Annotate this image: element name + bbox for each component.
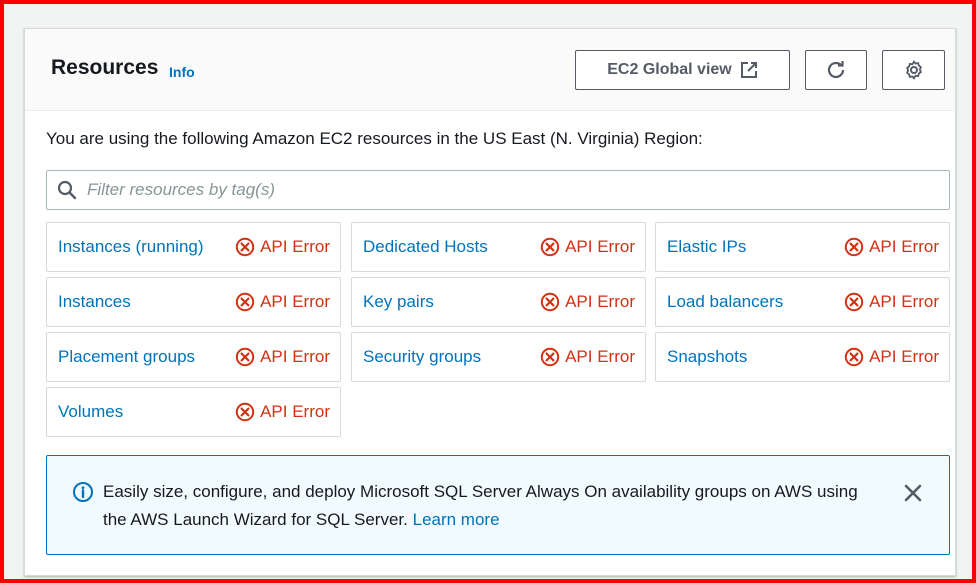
external-link-icon (740, 62, 757, 78)
resource-link[interactable]: Placement groups (58, 347, 195, 367)
resource-link[interactable]: Key pairs (363, 292, 434, 312)
resource-link[interactable]: Instances (running) (58, 237, 204, 257)
resource-status-text: API Error (565, 347, 635, 366)
refresh-button[interactable] (805, 50, 867, 90)
gear-icon (905, 60, 922, 80)
error-circle-x-icon (844, 237, 864, 257)
resource-card: Volumes API Error (46, 387, 341, 437)
learn-more-link[interactable]: Learn more (413, 510, 500, 529)
resource-card: Instances API Error (46, 277, 341, 327)
resource-link[interactable]: Load balancers (667, 292, 783, 312)
resource-status-text: API Error (869, 292, 939, 311)
ec2-global-view-label: EC2 Global view (607, 61, 732, 78)
resource-card: Key pairs API Error (351, 277, 646, 327)
error-circle-x-icon (540, 292, 560, 312)
resource-status-text: API Error (260, 402, 330, 421)
resource-status-text: API Error (869, 237, 939, 256)
refresh-icon (827, 61, 845, 79)
resource-link[interactable]: Snapshots (667, 347, 747, 367)
error-circle-x-icon (844, 292, 864, 312)
error-circle-x-icon (235, 347, 255, 367)
close-icon (904, 484, 922, 502)
ec2-global-view-button[interactable]: EC2 Global view (575, 50, 790, 90)
error-circle-x-icon (235, 237, 255, 257)
resources-panel: Resources Info EC2 Global view You are u… (24, 28, 956, 576)
dismiss-button[interactable] (900, 480, 926, 506)
intro-text: You are using the following Amazon EC2 r… (46, 129, 703, 148)
resource-status-text: API Error (565, 237, 635, 256)
resource-link[interactable]: Volumes (58, 402, 123, 422)
error-circle-x-icon (540, 237, 560, 257)
info-link[interactable]: Info (169, 64, 195, 80)
resource-status: API Error (235, 292, 330, 312)
resource-status: API Error (540, 347, 635, 367)
filter-input[interactable] (87, 175, 937, 205)
resource-status: API Error (540, 237, 635, 257)
resource-card: Instances (running) API Error (46, 222, 341, 272)
resource-card: Placement groups API Error (46, 332, 341, 382)
resource-status: API Error (235, 347, 330, 367)
resource-link[interactable]: Dedicated Hosts (363, 237, 488, 257)
filter-box (46, 170, 950, 210)
window-frame: Resources Info EC2 Global view You are u… (0, 0, 976, 583)
error-circle-x-icon (235, 292, 255, 312)
settings-button[interactable] (882, 50, 945, 90)
resource-link[interactable]: Security groups (363, 347, 481, 367)
resource-card: Elastic IPs API Error (655, 222, 950, 272)
resource-card: Snapshots API Error (655, 332, 950, 382)
resource-link[interactable]: Elastic IPs (667, 237, 746, 257)
resource-status: API Error (844, 237, 939, 257)
resource-status-text: API Error (869, 347, 939, 366)
info-flash-banner: Easily size, configure, and deploy Micro… (46, 455, 950, 555)
resource-grid: Instances (running) API Error Dedicated Ho… (46, 222, 950, 442)
resource-card: Dedicated Hosts API Error (351, 222, 646, 272)
resource-card: Load balancers API Error (655, 277, 950, 327)
resource-card: Security groups API Error (351, 332, 646, 382)
error-circle-x-icon (844, 347, 864, 367)
search-icon (57, 180, 77, 200)
info-circle-icon (73, 482, 93, 502)
resource-status-text: API Error (260, 292, 330, 311)
resource-status: API Error (540, 292, 635, 312)
resource-status-text: API Error (260, 237, 330, 256)
panel-title: Resources (51, 56, 159, 79)
error-circle-x-icon (540, 347, 560, 367)
resource-status-text: API Error (565, 292, 635, 311)
resource-status-text: API Error (260, 347, 330, 366)
resource-status: API Error (235, 402, 330, 422)
error-circle-x-icon (235, 402, 255, 422)
panel-header: Resources Info EC2 Global view (25, 29, 955, 111)
resource-status: API Error (844, 347, 939, 367)
resource-link[interactable]: Instances (58, 292, 131, 312)
resource-status: API Error (844, 292, 939, 312)
flash-message: Easily size, configure, and deploy Micro… (103, 478, 863, 534)
resource-status: API Error (235, 237, 330, 257)
